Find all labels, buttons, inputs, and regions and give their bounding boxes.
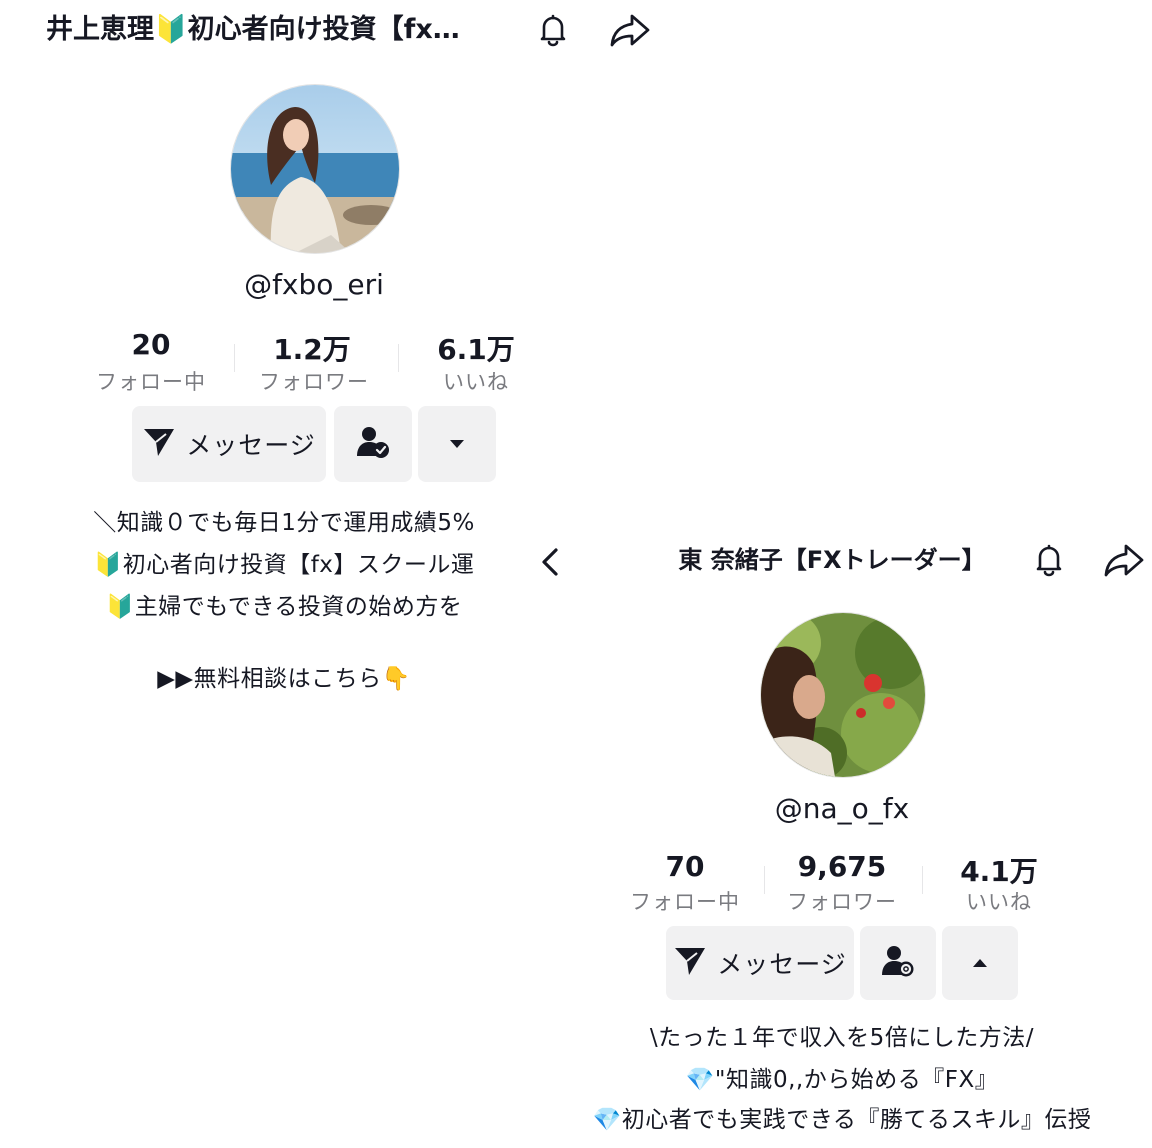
message-button[interactable]: メッセージ bbox=[132, 406, 326, 482]
bell-icon[interactable] bbox=[1029, 540, 1069, 580]
following-label[interactable]: フォロー中 bbox=[90, 366, 212, 394]
bio-link[interactable]: ▶▶無料相談はこちら👇 bbox=[64, 659, 504, 692]
followers-label[interactable]: フォロワー bbox=[780, 886, 904, 914]
bio-line: \たった１年で収入を5倍にした方法/ bbox=[649, 1025, 1035, 1051]
message-button-label: メッセージ bbox=[186, 431, 316, 460]
followers-count[interactable]: 9,675 bbox=[784, 850, 900, 884]
bio-line: 💎"知識0,,から始める『FX』 bbox=[685, 1067, 999, 1093]
following-count[interactable]: 70 bbox=[630, 850, 740, 884]
following-count[interactable]: 20 bbox=[96, 328, 206, 362]
bio-line: ＼知識０でも毎日1分で運用成績5% bbox=[93, 510, 475, 536]
likes-count: 4.1万 bbox=[960, 855, 1038, 888]
bio-line: 🔰主婦でもできる投資の始め方を bbox=[105, 594, 463, 620]
avatar[interactable] bbox=[230, 84, 400, 254]
followers-label[interactable]: フォロワー bbox=[250, 366, 378, 394]
stat-divider bbox=[234, 344, 235, 372]
share-icon[interactable] bbox=[1102, 540, 1146, 580]
send-icon bbox=[142, 426, 176, 462]
followers-count[interactable]: 1.2万 bbox=[256, 328, 368, 366]
avatar[interactable] bbox=[760, 612, 926, 778]
stat-divider bbox=[398, 344, 399, 372]
likes-label: いいね bbox=[443, 370, 509, 394]
user-check-icon bbox=[355, 424, 391, 464]
more-dropdown-button[interactable] bbox=[942, 926, 1018, 1000]
username-handle: @fxbo_eri bbox=[244, 268, 384, 301]
user-settings-icon bbox=[880, 943, 916, 983]
friend-status-button[interactable] bbox=[334, 406, 412, 482]
profile1-title: 井上恵理🔰初心者向け投資【fx… bbox=[46, 14, 460, 45]
chevron-left-icon[interactable] bbox=[534, 542, 566, 582]
bio-line: 🔰初心者向け投資【fx】スクール運 bbox=[93, 552, 475, 578]
share-icon[interactable] bbox=[608, 10, 652, 50]
username-handle: @na_o_fx bbox=[774, 792, 910, 825]
profile2-title: 東 奈緒子【FXトレーダー】 bbox=[678, 546, 986, 574]
bell-icon[interactable] bbox=[533, 10, 573, 50]
likes-count: 6.1万 bbox=[437, 333, 515, 366]
caret-down-icon bbox=[448, 435, 466, 454]
send-icon bbox=[673, 945, 707, 981]
likes-label: いいね bbox=[966, 890, 1032, 914]
stat-divider bbox=[764, 866, 765, 894]
message-button[interactable]: メッセージ bbox=[666, 926, 854, 1000]
caret-up-icon bbox=[971, 954, 989, 973]
more-dropdown-button[interactable] bbox=[418, 406, 496, 482]
bio-line: 💎初心者でも実践できる『勝てるスキル』伝授 bbox=[592, 1107, 1092, 1133]
following-label[interactable]: フォロー中 bbox=[624, 886, 746, 914]
stat-divider bbox=[922, 866, 923, 894]
friend-settings-button[interactable] bbox=[860, 926, 936, 1000]
message-button-label: メッセージ bbox=[717, 950, 847, 979]
